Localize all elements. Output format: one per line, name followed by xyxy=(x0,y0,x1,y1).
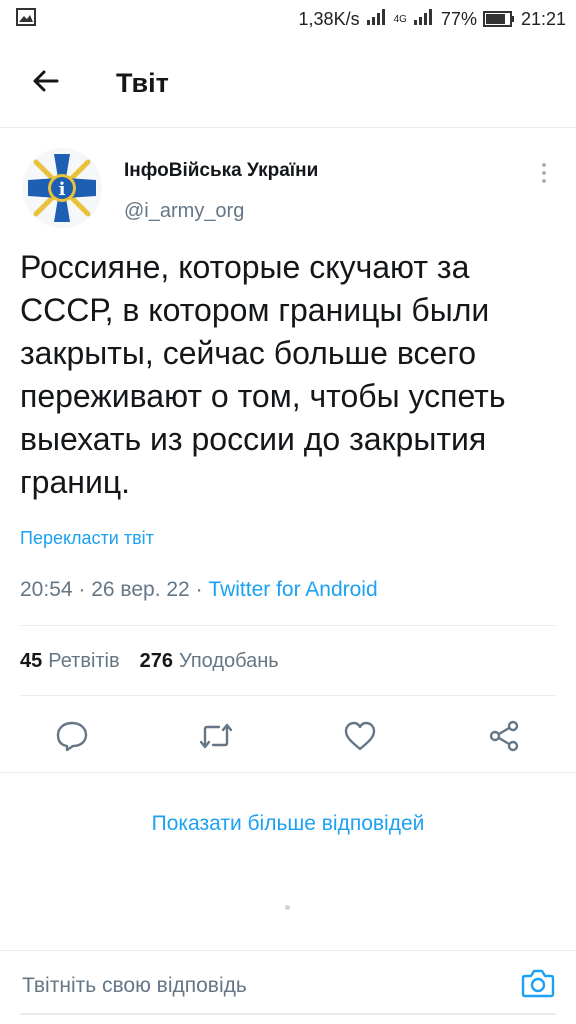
avatar[interactable]: i xyxy=(22,148,102,228)
retweets-stat[interactable]: 45 Ретвітів xyxy=(20,650,120,673)
tweet-text: Россияне, которые скучают за СССР, в кот… xyxy=(20,249,506,500)
scroll-indicator xyxy=(285,905,290,910)
battery-level: 77% xyxy=(440,8,477,29)
divider xyxy=(20,625,556,626)
dot xyxy=(542,163,546,167)
tweet-stats: 45 Ретвітів 276 Уподобань xyxy=(20,650,279,673)
back-button[interactable] xyxy=(28,68,62,98)
signal-icon xyxy=(366,8,388,31)
separator: · xyxy=(72,578,92,601)
tweet-time: 20:54 xyxy=(20,578,73,601)
army-emblem-icon: i xyxy=(22,148,102,228)
status-bar: 1,38K/s 4G 77% 21:21 xyxy=(0,0,576,38)
more-options-button[interactable] xyxy=(530,158,558,188)
svg-text:i: i xyxy=(59,179,66,200)
page-title: Твіт xyxy=(116,68,169,98)
clock: 21:21 xyxy=(520,8,566,29)
show-more-replies-link[interactable]: Показати більше відповідей xyxy=(0,812,576,836)
retweet-icon xyxy=(198,722,234,755)
tweet-source-link[interactable]: Twitter for Android xyxy=(208,578,377,602)
signal-icon xyxy=(413,8,435,31)
translate-tweet-link[interactable]: Перекласти твіт xyxy=(20,528,154,549)
author-handle[interactable]: @i_army_org xyxy=(124,200,244,223)
retweet-button[interactable] xyxy=(194,716,238,760)
header: Твіт xyxy=(0,38,576,128)
image-icon xyxy=(16,7,36,31)
likes-label: Уподобань xyxy=(179,650,279,672)
divider xyxy=(0,772,576,773)
share-icon xyxy=(487,720,521,757)
camera-button[interactable] xyxy=(518,965,558,1005)
reply-underline xyxy=(20,1013,556,1015)
share-button[interactable] xyxy=(482,716,526,760)
like-icon xyxy=(343,721,377,756)
network-type: 4G xyxy=(393,13,407,25)
author-name[interactable]: ІнфоВійська України xyxy=(124,160,318,182)
network-speed: 1,38K/s xyxy=(298,8,360,29)
tweet-date: 26 вер. 22 xyxy=(91,578,190,601)
separator: · xyxy=(189,578,209,601)
likes-stat[interactable]: 276 Уподобань xyxy=(140,650,279,673)
tweet-actions xyxy=(0,716,576,760)
reply-icon xyxy=(55,720,89,757)
tweet-meta: 20:54 · 26 вер. 22 · Twitter for Android xyxy=(20,578,378,602)
camera-icon xyxy=(521,967,555,1004)
reply-button[interactable] xyxy=(50,716,94,760)
dot xyxy=(542,171,546,175)
likes-count: 276 xyxy=(139,650,174,672)
reply-bar xyxy=(0,950,576,1024)
like-button[interactable] xyxy=(338,716,382,760)
reply-input[interactable] xyxy=(22,971,492,1001)
arrow-left-icon xyxy=(31,69,59,98)
retweets-label: Ретвітів xyxy=(48,650,120,672)
battery-icon xyxy=(482,11,515,27)
divider xyxy=(20,695,556,696)
retweets-count: 45 xyxy=(20,650,43,672)
dot xyxy=(542,179,546,183)
